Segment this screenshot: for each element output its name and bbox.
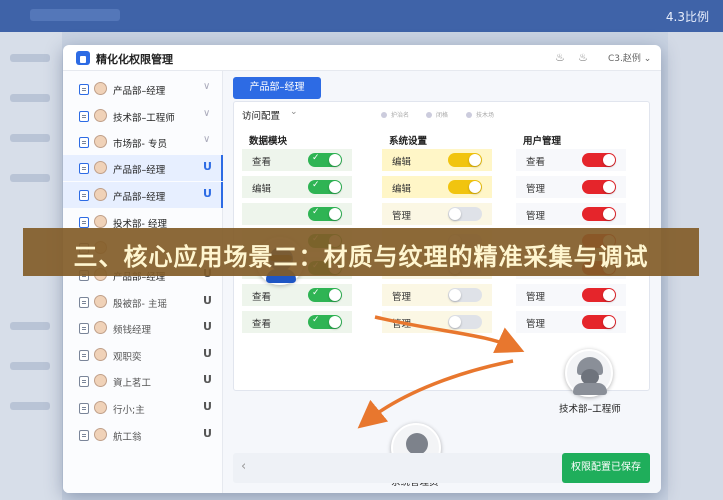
sidebar-role-item[interactable]: 殷被部- 主瑶 U <box>63 289 223 315</box>
sidebar-item-label: 产品部–经理 <box>113 192 166 203</box>
assign-icon[interactable]: U <box>203 373 212 386</box>
avatar <box>94 135 107 148</box>
avatar <box>94 401 107 414</box>
background-row <box>10 322 50 330</box>
background-app-header: 4.3比例 <box>0 0 723 32</box>
document-icon <box>79 297 89 308</box>
chevron-down-icon: ⌄ <box>643 54 652 64</box>
document-icon <box>79 137 89 148</box>
sidebar-item-label: 技术部–工程师 <box>113 113 175 124</box>
title-bar: 精化化权限管理 ♨ ♨ C3.赵例 ⌄ <box>63 45 661 71</box>
document-icon <box>79 163 89 174</box>
avatar <box>94 428 107 441</box>
document-icon <box>79 403 89 414</box>
background-row <box>10 362 50 370</box>
body-icon <box>573 383 607 395</box>
engineer-avatar <box>565 349 613 397</box>
caption-banner: 三、核心应用场景二：材质与纹理的精准采集与调试 <box>23 228 699 276</box>
background-row <box>10 54 50 62</box>
user-menu[interactable]: C3.赵例 ⌄ <box>608 51 651 64</box>
head-icon <box>406 433 428 455</box>
document-icon <box>79 376 89 387</box>
document-icon <box>79 111 89 122</box>
ratio-label: 4.3比例 <box>665 10 709 24</box>
sidebar-role-item[interactable]: 市场部- 专员 ∨ <box>63 129 223 155</box>
sidebar-role-item[interactable]: 产品部–经理 ∨ <box>63 76 223 102</box>
document-icon <box>79 190 89 201</box>
caption-text: 三、核心应用场景二：材质与纹理的精准采集与调试 <box>73 243 649 271</box>
sidebar-role-item[interactable]: 技术部–工程师 ∨ <box>63 103 223 129</box>
bell-icon[interactable]: ♨ <box>553 51 567 65</box>
back-arrow-icon[interactable]: ‹ <box>241 459 246 474</box>
background-row <box>10 134 50 142</box>
avatar <box>94 188 107 201</box>
document-icon <box>79 84 89 95</box>
sidebar-item-label: 市场部- 专员 <box>113 139 167 150</box>
avatar <box>94 295 107 308</box>
sidebar-item-label: 行小;主 <box>113 405 145 416</box>
notification-icon[interactable]: ♨ <box>576 51 590 65</box>
document-icon <box>79 217 89 228</box>
sidebar-item-label: 频钱经理 <box>113 325 152 336</box>
chevron-down-icon[interactable]: ∨ <box>203 108 210 119</box>
app-logo-icon <box>76 51 90 65</box>
assign-icon[interactable]: U <box>203 160 212 173</box>
assign-icon[interactable]: U <box>203 347 212 360</box>
engineer-label: 技术部–工程师 <box>559 404 621 415</box>
avatar <box>94 374 107 387</box>
avatar <box>94 348 107 361</box>
document-icon <box>79 350 89 361</box>
avatar <box>94 161 107 174</box>
sidebar-item-label: 观职奕 <box>113 352 142 363</box>
chevron-down-icon[interactable]: ∨ <box>203 134 210 145</box>
sidebar-role-item[interactable]: 航工翁 U <box>63 422 223 448</box>
chevron-down-icon[interactable]: ∨ <box>203 81 210 92</box>
sidebar-item-label: 資上茗工 <box>113 378 152 389</box>
sidebar-role-item[interactable]: 产品部–经理 U <box>63 182 223 208</box>
assign-icon[interactable]: U <box>203 400 212 413</box>
document-icon <box>79 323 89 334</box>
avatar <box>94 109 107 122</box>
sidebar-item-label: 殷被部- 主瑶 <box>113 299 167 310</box>
save-status-button[interactable]: 权限配置已保存 <box>562 453 650 483</box>
background-row <box>10 94 50 102</box>
sidebar-role-item[interactable]: 产品部–经理 U <box>63 155 223 181</box>
assign-icon[interactable]: U <box>203 187 212 200</box>
sidebar-role-item[interactable]: 频钱经理 U <box>63 315 223 341</box>
role-sidebar: 产品部–经理 ∨ 技术部–工程师 ∨ 市场部- 专员 ∨ 产品部–经理 U 产品部–经理 U 投术部… <box>63 71 223 493</box>
assign-icon[interactable]: U <box>203 294 212 307</box>
avatar <box>94 82 107 95</box>
background-row <box>10 174 50 182</box>
assign-icon[interactable]: U <box>203 320 212 333</box>
sidebar-role-item[interactable]: 观职奕 U <box>63 342 223 368</box>
background-app-title <box>30 9 120 21</box>
sidebar-role-item[interactable]: 行小;主 U <box>63 395 223 421</box>
arrow-to-engineer <box>374 315 525 354</box>
main-panel: 产品部–经理 访问配置 ⌄ 护治名 闭格 技木场 数据模块查看✓编辑✓✓✓✓查看… <box>223 71 661 493</box>
assign-icon[interactable]: U <box>203 427 212 440</box>
sidebar-item-label: 产品部–经理 <box>113 86 166 97</box>
sidebar-role-item[interactable]: 資上茗工 U <box>63 368 223 394</box>
avatar <box>94 215 107 228</box>
arrow-to-admin <box>357 359 514 429</box>
sidebar-item-label: 产品部–经理 <box>113 165 166 176</box>
document-icon <box>79 430 89 441</box>
footer-bar: ‹ 权限配置已保存 <box>233 453 650 483</box>
sidebar-item-label: 航工翁 <box>113 432 142 443</box>
app-title: 精化化权限管理 <box>96 53 173 66</box>
background-row <box>10 402 50 410</box>
user-name: C3.赵例 <box>608 54 641 64</box>
avatar <box>94 321 107 334</box>
